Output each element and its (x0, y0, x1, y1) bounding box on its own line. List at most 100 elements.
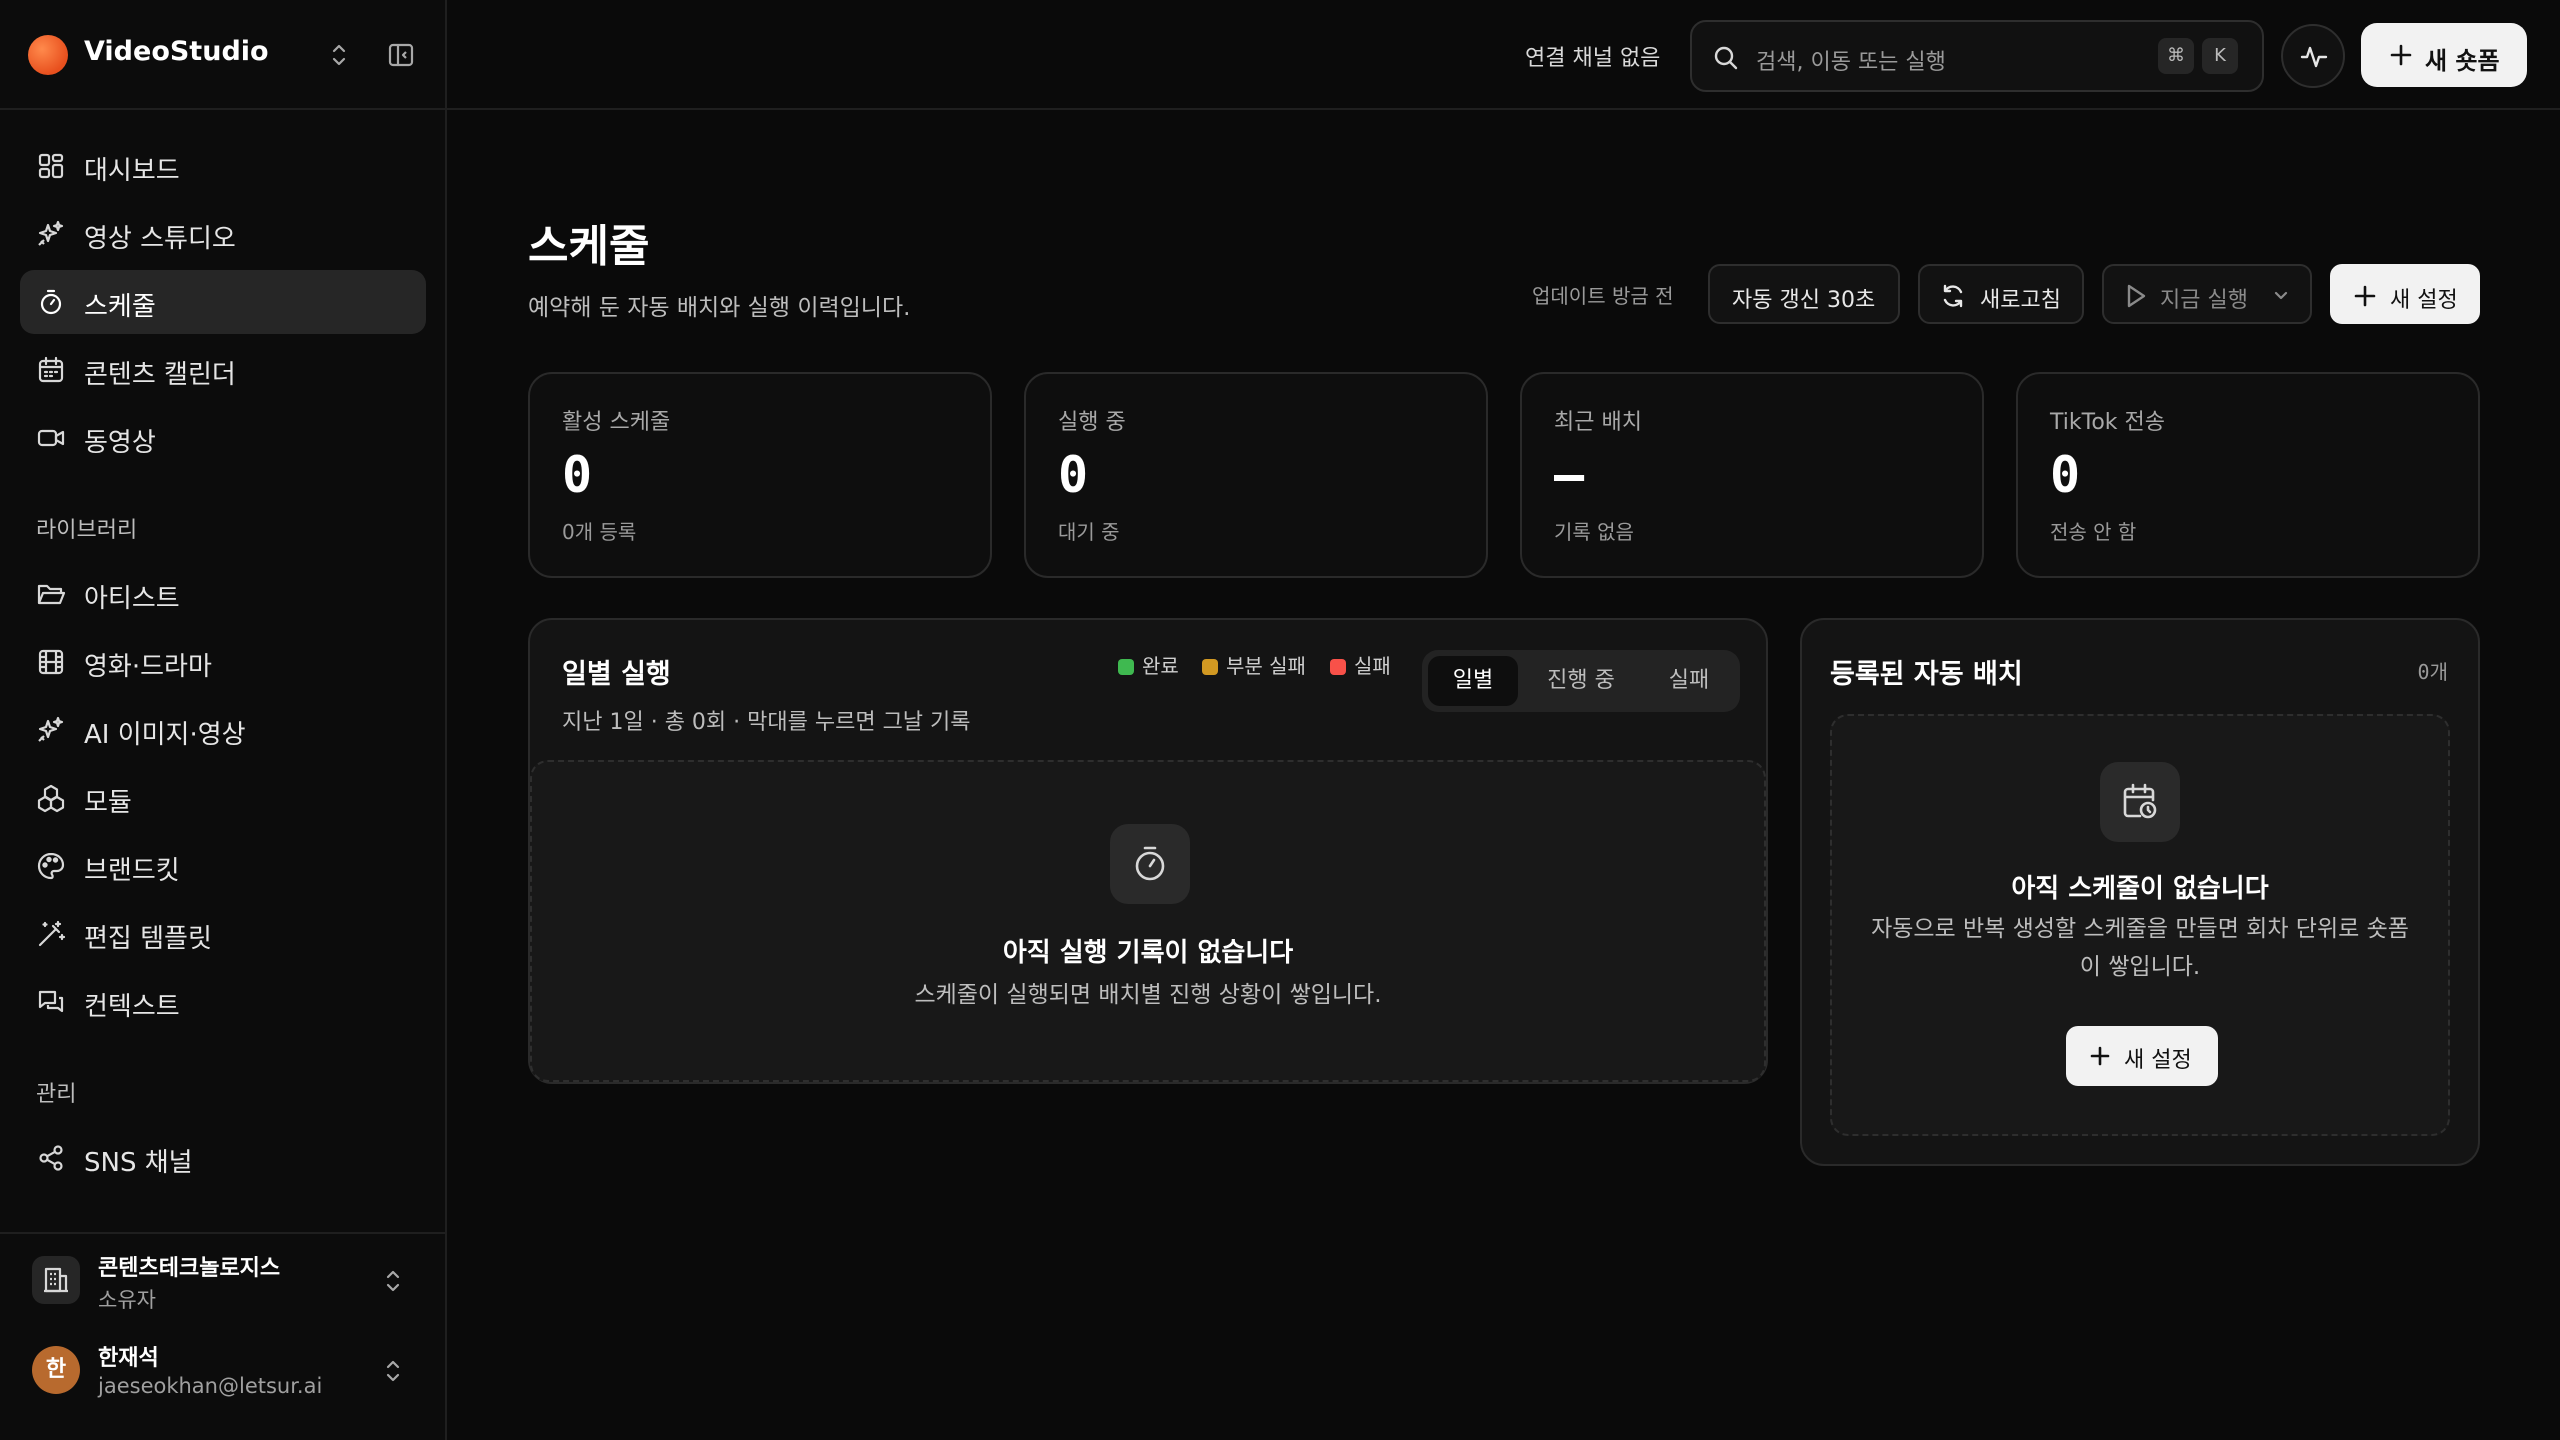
section-title-admin: 관리 (36, 1082, 77, 1107)
chevrons-up-down-icon (386, 1270, 400, 1292)
stat-label: TikTok 전송 (2050, 410, 2165, 435)
folder-icon (37, 584, 66, 605)
sidebar-item-label: 아티스트 (84, 584, 180, 614)
view-tabs: 일별 진행 중 실패 (1422, 650, 1740, 712)
stat-card-running: 실행 중 0 대기 중 (1024, 372, 1488, 578)
stat-label: 최근 배치 (1554, 410, 1642, 435)
workspace-role: 소유자 (98, 1288, 156, 1312)
kbd-cmd: ⌘ (2158, 38, 2194, 74)
sidebar-item-label: 영상 스튜디오 (84, 224, 236, 254)
stat-value: 0 (2050, 446, 2081, 504)
topbar: 연결 채널 없음 검색, 이동 또는 실행 ⌘ K 새 숏폼 (447, 0, 2560, 110)
stat-value: 0 (562, 446, 593, 504)
plus-icon (2390, 44, 2412, 66)
legend-label: 부분 실패 (1226, 654, 1306, 678)
plus-icon (2090, 1046, 2110, 1066)
page-title: 스케줄 (528, 221, 650, 272)
panel-title: 등록된 자동 배치 (1830, 659, 2023, 690)
tab-daily[interactable]: 일별 (1428, 656, 1518, 706)
legend-swatch (1330, 659, 1346, 675)
sidebar-item-sns-channels[interactable]: SNS 채널 (20, 1126, 426, 1190)
new-shorts-label: 새 숏폼 (2425, 47, 2500, 75)
sidebar-item-video-studio[interactable]: 영상 스튜디오 (20, 202, 426, 266)
sidebar-item-context[interactable]: 컨텍스트 (20, 970, 426, 1034)
building-icon (32, 1256, 80, 1304)
updated-status: 업데이트 방금 전 (1532, 284, 1674, 308)
empty-title: 아직 스케줄이 없습니다 (2011, 874, 2269, 904)
sidebar-item-label: AI 이미지·영상 (84, 720, 246, 750)
sidebar-item-label: 모듈 (84, 788, 132, 818)
stat-card-tiktok-sent: TikTok 전송 0 전송 안 함 (2016, 372, 2480, 578)
calendar-icon (38, 356, 64, 383)
sidebar-item-artists[interactable]: 아티스트 (20, 562, 426, 626)
sidebar-item-edit-templates[interactable]: 편집 템플릿 (20, 902, 426, 966)
sidebar-item-label: 영화·드라마 (84, 652, 212, 682)
empty-icon-container (1110, 824, 1190, 904)
video-icon (37, 429, 65, 447)
chevrons-up-down-icon[interactable] (328, 40, 350, 70)
stat-card-recent-batch: 최근 배치 — 기록 없음 (1520, 372, 1984, 578)
sidebar-item-movies-dramas[interactable]: 영화·드라마 (20, 630, 426, 694)
legend-label: 완료 (1142, 654, 1179, 678)
chevrons-up-down-icon (386, 1360, 400, 1382)
empty-text: 스케줄이 실행되면 배치별 진행 상황이 쌓입니다. (914, 982, 1382, 1008)
stat-value: — (1554, 446, 1585, 504)
timer-icon (40, 289, 62, 315)
new-shorts-button[interactable]: 새 숏폼 (2361, 23, 2527, 87)
sidebar-item-label: 동영상 (84, 428, 156, 458)
stat-sub: 기록 없음 (1554, 520, 1634, 544)
sidebar-item-dashboard[interactable]: 대시보드 (20, 134, 426, 198)
activity-button[interactable] (2281, 24, 2345, 88)
search-placeholder: 검색, 이동 또는 실행 (1756, 50, 1946, 75)
new-setting-button[interactable]: 새 설정 (2066, 1026, 2218, 1086)
stat-sub: 0개 등록 (562, 520, 637, 544)
refresh-label: 새로고침 (1980, 288, 2061, 313)
stat-label: 실행 중 (1058, 410, 1126, 435)
sidebar-item-label: 스케줄 (84, 292, 156, 322)
sidebar-collapse-icon[interactable] (386, 40, 416, 70)
empty-title: 아직 실행 기록이 없습니다 (1002, 938, 1294, 968)
workspace-switcher[interactable]: 콘텐츠테크놀로지스 소유자 (32, 1246, 422, 1316)
sidebar-item-label: 대시보드 (84, 156, 180, 186)
legend-label: 실패 (1354, 654, 1391, 678)
section-title-library: 라이브러리 (36, 518, 138, 543)
legend-partial-failure: 부분 실패 (1202, 650, 1306, 679)
auto-refresh-button[interactable]: 자동 갱신 30초 (1708, 264, 1900, 324)
sidebar-item-schedule[interactable]: 스케줄 (20, 270, 426, 334)
sidebar-item-label: 브랜드킷 (84, 856, 180, 886)
sidebar-item-ai-image-video[interactable]: AI 이미지·영상 (20, 698, 426, 762)
messages-icon (38, 990, 64, 1013)
sparkles-icon (38, 220, 64, 246)
sidebar-item-content-calendar[interactable]: 콘텐츠 캘린더 (20, 338, 426, 402)
calendar-clock-icon (2123, 783, 2157, 819)
modules-icon (37, 784, 65, 813)
search-input[interactable]: 검색, 이동 또는 실행 ⌘ K (1690, 20, 2264, 92)
brand-header: VideoStudio (0, 0, 445, 110)
kbd-k: K (2202, 38, 2238, 74)
dashboard-icon (38, 153, 64, 179)
panel-subtitle: 지난 1일 · 총 0회 · 막대를 누르면 그날 기록 (562, 710, 971, 735)
tab-in-progress[interactable]: 진행 중 (1526, 656, 1636, 706)
channel-status: 연결 채널 없음 (1525, 46, 1661, 71)
refresh-button[interactable]: 새로고침 (1918, 264, 2084, 324)
brand-logo (28, 35, 68, 75)
sidebar-item-modules[interactable]: 모듈 (20, 766, 426, 830)
daily-runs-panel: 일별 실행 지난 1일 · 총 0회 · 막대를 누르면 그날 기록 완료 부분… (528, 618, 1768, 1084)
share-icon (39, 1145, 63, 1171)
empty-icon-container (2100, 762, 2180, 842)
user-email: jaeseokhan@letsur.ai (98, 1374, 323, 1398)
panel-title: 일별 실행 (562, 659, 671, 690)
tab-failed[interactable]: 실패 (1644, 656, 1734, 706)
new-setting-button[interactable]: 새 설정 (2330, 264, 2480, 324)
sidebar-item-label: 콘텐츠 캘린더 (84, 360, 236, 390)
user-name: 한재석 (98, 1346, 159, 1371)
run-now-button[interactable]: 지금 실행 (2102, 264, 2312, 324)
workspace-name: 콘텐츠테크놀로지스 (98, 1256, 281, 1281)
new-setting-label: 새 설정 (2390, 288, 2458, 313)
sidebar-item-videos[interactable]: 동영상 (20, 406, 426, 470)
user-menu[interactable]: 한 한재석 jaeseokhan@letsur.ai (32, 1336, 422, 1406)
sidebar-item-brandkit[interactable]: 브랜드킷 (20, 834, 426, 898)
film-icon (38, 649, 64, 675)
stat-value: 0 (1058, 446, 1089, 504)
chevron-down-icon (2274, 291, 2288, 300)
